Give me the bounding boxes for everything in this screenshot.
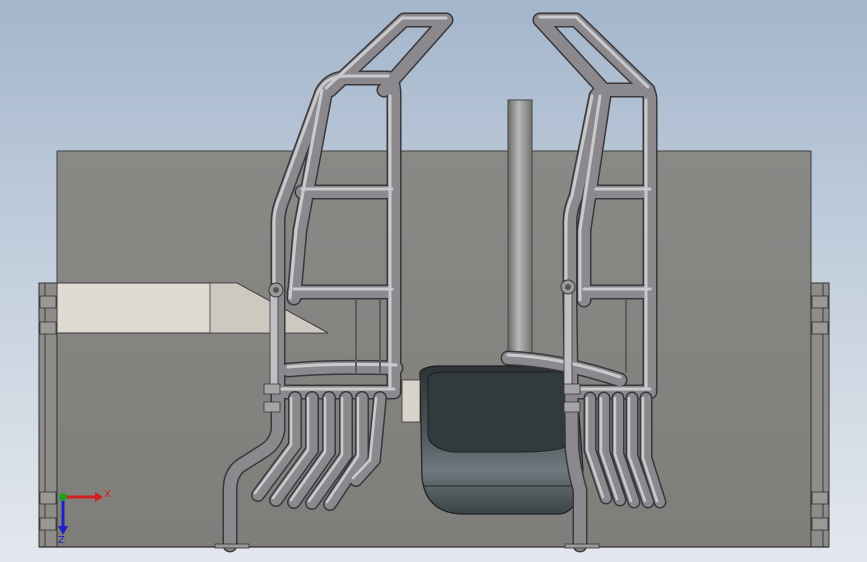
triad-z-label: Z	[58, 535, 65, 546]
left-end-post	[38, 282, 58, 548]
triad-x-label: X	[104, 489, 111, 500]
feed-trough	[401, 365, 584, 515]
cad-viewport[interactable]: X Z	[0, 0, 867, 562]
right-end-post	[810, 282, 830, 548]
right-leg-guard	[583, 391, 667, 509]
